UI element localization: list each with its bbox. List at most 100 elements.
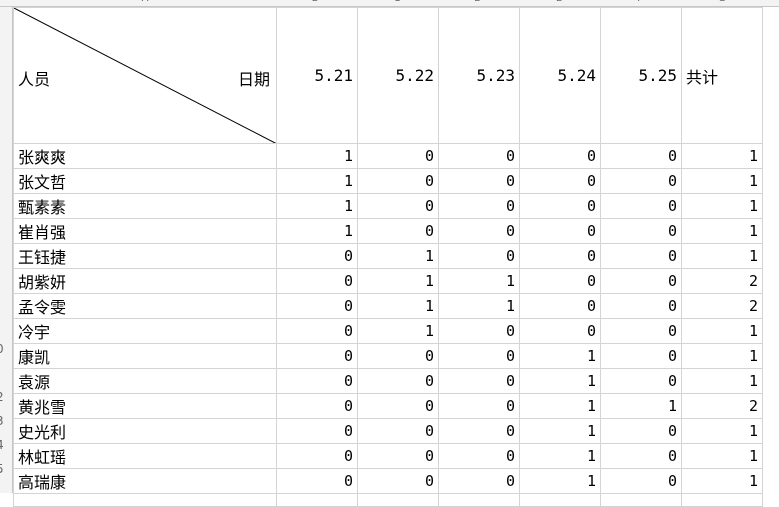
count-cell[interactable]: 0 [600, 168, 682, 194]
total-cell[interactable]: 1 [681, 243, 763, 269]
count-cell[interactable]: 0 [438, 418, 520, 444]
count-cell[interactable]: 0 [600, 418, 682, 444]
person-name-cell[interactable]: 黄兆雪 [13, 393, 277, 419]
count-cell[interactable]: 0 [276, 443, 358, 469]
count-cell[interactable]: 0 [600, 468, 682, 494]
count-cell[interactable]: 1 [276, 143, 358, 169]
total-cell[interactable]: 1 [681, 443, 763, 469]
person-name-cell[interactable]: 崔肖强 [13, 218, 277, 244]
empty-cell[interactable] [438, 493, 520, 507]
row-header-number[interactable]: 4 [0, 438, 8, 452]
date-header-cell[interactable]: 5.21 [276, 7, 358, 144]
count-cell[interactable]: 0 [357, 193, 439, 219]
diagonal-header-cell[interactable]: 人员 日期 [13, 7, 277, 144]
row-header-number[interactable]: 5 [0, 462, 8, 476]
empty-cell[interactable] [681, 493, 763, 507]
count-cell[interactable]: 0 [600, 368, 682, 394]
count-cell[interactable]: 1 [519, 443, 601, 469]
count-cell[interactable]: 0 [357, 418, 439, 444]
count-cell[interactable]: 0 [438, 393, 520, 419]
total-cell[interactable]: 1 [681, 193, 763, 219]
person-name-cell[interactable]: 孟令雯 [13, 293, 277, 319]
row-header-number[interactable]: 0 [0, 342, 8, 356]
count-cell[interactable]: 0 [600, 343, 682, 369]
date-header-cell[interactable]: 5.22 [357, 7, 439, 144]
date-header-cell[interactable]: 5.23 [438, 7, 520, 144]
count-cell[interactable]: 0 [438, 318, 520, 344]
count-cell[interactable]: 0 [357, 343, 439, 369]
person-name-cell[interactable]: 林虹瑶 [13, 443, 277, 469]
count-cell[interactable]: 1 [276, 193, 358, 219]
count-cell[interactable]: 0 [438, 443, 520, 469]
empty-cell[interactable] [13, 493, 277, 507]
date-header-cell[interactable]: 5.25 [600, 7, 682, 144]
total-cell[interactable]: 2 [681, 293, 763, 319]
count-cell[interactable]: 1 [357, 268, 439, 294]
total-cell[interactable]: 1 [681, 468, 763, 494]
count-cell[interactable]: 1 [600, 393, 682, 419]
total-cell[interactable]: 1 [681, 143, 763, 169]
count-cell[interactable]: 0 [438, 143, 520, 169]
count-cell[interactable]: 0 [276, 393, 358, 419]
person-name-cell[interactable]: 甄素素 [13, 193, 277, 219]
empty-cell[interactable] [600, 493, 682, 507]
person-name-cell[interactable]: 冷宇 [13, 318, 277, 344]
person-name-cell[interactable]: 史光利 [13, 418, 277, 444]
count-cell[interactable]: 1 [357, 318, 439, 344]
count-cell[interactable]: 0 [276, 418, 358, 444]
count-cell[interactable]: 0 [276, 243, 358, 269]
count-cell[interactable]: 0 [600, 218, 682, 244]
count-cell[interactable]: 1 [438, 293, 520, 319]
person-name-cell[interactable]: 袁源 [13, 368, 277, 394]
total-cell[interactable]: 2 [681, 268, 763, 294]
total-cell[interactable]: 1 [681, 343, 763, 369]
empty-cell[interactable] [519, 493, 601, 507]
count-cell[interactable]: 0 [357, 168, 439, 194]
count-cell[interactable]: 0 [357, 468, 439, 494]
count-cell[interactable]: 1 [519, 468, 601, 494]
count-cell[interactable]: 0 [438, 468, 520, 494]
count-cell[interactable]: 0 [438, 168, 520, 194]
count-cell[interactable]: 0 [600, 143, 682, 169]
total-cell[interactable]: 1 [681, 318, 763, 344]
count-cell[interactable]: 1 [519, 393, 601, 419]
person-name-cell[interactable]: 王钰捷 [13, 243, 277, 269]
count-cell[interactable]: 1 [438, 268, 520, 294]
count-cell[interactable]: 0 [438, 343, 520, 369]
column-header-f[interactable]: F [630, 0, 650, 6]
person-name-cell[interactable]: 张爽爽 [13, 143, 277, 169]
count-cell[interactable]: 0 [276, 343, 358, 369]
count-cell[interactable]: 0 [276, 368, 358, 394]
count-cell[interactable]: 1 [357, 293, 439, 319]
count-cell[interactable]: 0 [276, 468, 358, 494]
person-name-cell[interactable]: 高瑞康 [13, 468, 277, 494]
total-cell[interactable]: 1 [681, 168, 763, 194]
column-header-e[interactable]: E [549, 0, 569, 6]
total-cell[interactable]: 1 [681, 368, 763, 394]
count-cell[interactable]: 0 [357, 218, 439, 244]
empty-cell[interactable] [357, 493, 439, 507]
count-cell[interactable]: 0 [600, 293, 682, 319]
column-header-a[interactable]: A [135, 0, 155, 6]
count-cell[interactable]: 0 [438, 368, 520, 394]
count-cell[interactable]: 0 [357, 143, 439, 169]
count-cell[interactable]: 0 [600, 268, 682, 294]
count-cell[interactable]: 1 [519, 368, 601, 394]
count-cell[interactable]: 0 [600, 318, 682, 344]
count-cell[interactable]: 0 [519, 293, 601, 319]
person-name-cell[interactable]: 康凯 [13, 343, 277, 369]
count-cell[interactable]: 0 [276, 268, 358, 294]
count-cell[interactable]: 0 [519, 318, 601, 344]
count-cell[interactable]: 0 [357, 443, 439, 469]
column-header-c[interactable]: C [387, 0, 407, 6]
count-cell[interactable]: 0 [357, 393, 439, 419]
count-cell[interactable]: 1 [519, 343, 601, 369]
count-cell[interactable]: 1 [276, 218, 358, 244]
count-cell[interactable]: 0 [600, 443, 682, 469]
count-cell[interactable]: 1 [519, 418, 601, 444]
count-cell[interactable]: 0 [438, 243, 520, 269]
total-cell[interactable]: 1 [681, 218, 763, 244]
count-cell[interactable]: 0 [438, 218, 520, 244]
row-header-number[interactable]: 2 [0, 390, 8, 404]
count-cell[interactable]: 0 [438, 193, 520, 219]
